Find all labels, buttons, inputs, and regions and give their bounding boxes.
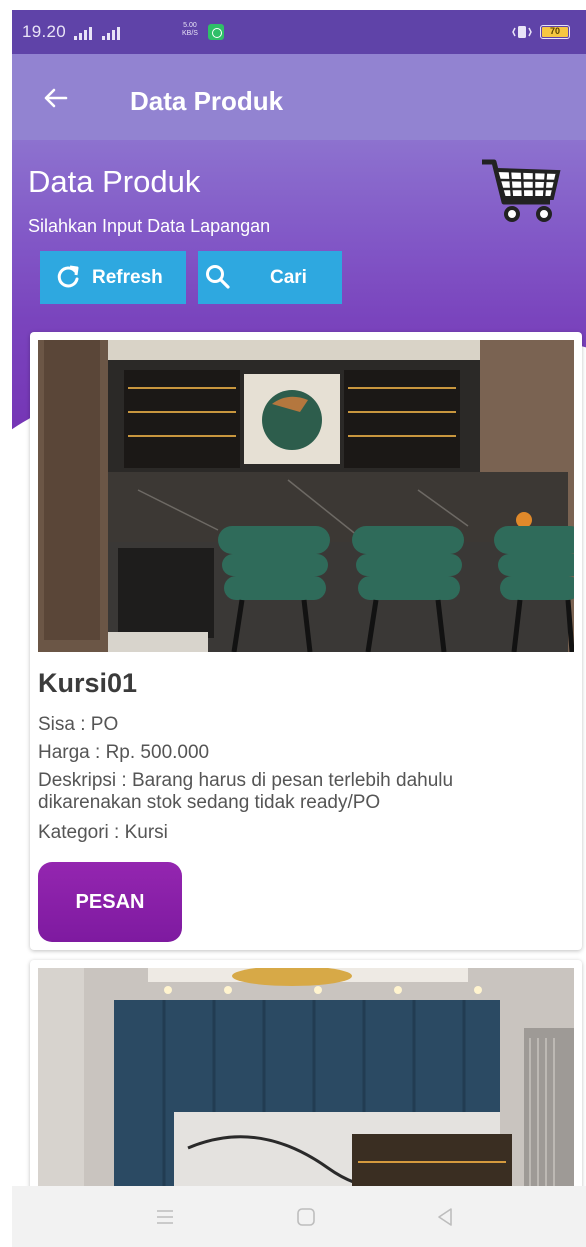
product-category: Kategori : Kursi <box>38 822 168 843</box>
product-card: Kursi01 Sisa : PO Harga : Rp. 500.000 De… <box>30 332 582 950</box>
app-bar-title: Data Produk <box>130 86 284 116</box>
phone-screen: 19.20 5.00 KB/S 70 Data Produk Data Prod… <box>12 10 586 1247</box>
product-description: Deskripsi : Barang harus di pesan terleb… <box>38 770 454 791</box>
signal-icon <box>102 24 120 40</box>
network-speed-value: 5.00 <box>183 22 197 29</box>
back-icon[interactable] <box>434 1206 456 1228</box>
whatsapp-notification-icon <box>208 24 224 40</box>
system-navigation-bar <box>12 1186 586 1247</box>
signal-icon <box>74 24 92 40</box>
refresh-icon <box>57 265 79 288</box>
status-bar: 19.20 5.00 KB/S 70 <box>12 10 586 54</box>
product-stock: Sisa : PO <box>38 714 119 735</box>
vibrate-icon <box>512 26 532 38</box>
page-subtitle: Silahkan Input Data Lapangan <box>28 216 271 236</box>
search-button[interactable]: Cari <box>198 251 342 304</box>
search-label: Cari <box>270 267 307 288</box>
product-image <box>38 340 574 652</box>
network-speed: 5.00 KB/S <box>182 22 198 38</box>
shopping-cart-icon <box>482 159 561 222</box>
product-description-continued: dikarenakan stok sedang tidak ready/PO <box>38 792 381 813</box>
battery-icon: 70 <box>540 25 570 39</box>
status-time: 19.20 <box>22 22 67 41</box>
network-speed-unit: KB/S <box>182 30 198 37</box>
search-icon <box>206 265 230 289</box>
app-bar: Data Produk <box>12 54 586 140</box>
order-button[interactable]: PESAN <box>38 862 182 942</box>
product-name: Kursi01 <box>38 668 138 698</box>
page-title: Data Produk <box>28 164 201 199</box>
product-price: Harga : Rp. 500.000 <box>38 742 210 763</box>
home-icon[interactable] <box>295 1206 317 1228</box>
refresh-label: Refresh <box>92 267 163 288</box>
back-arrow-icon[interactable] <box>38 80 74 116</box>
battery-level: 70 <box>542 27 568 37</box>
refresh-button[interactable]: Refresh <box>40 251 186 304</box>
menu-icon[interactable] <box>154 1206 176 1228</box>
